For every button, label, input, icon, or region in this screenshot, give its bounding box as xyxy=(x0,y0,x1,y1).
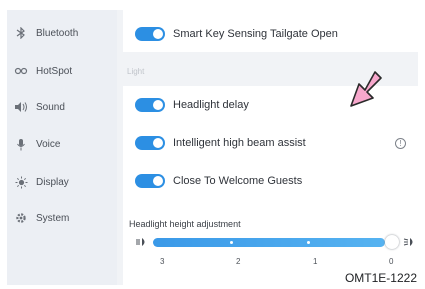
settings-content: Smart Key Sensing Tailgate Open Light He… xyxy=(117,10,418,285)
hotspot-icon xyxy=(14,64,28,78)
tailgate-card: Smart Key Sensing Tailgate Open xyxy=(123,10,418,52)
sidebar-item-hotspot[interactable]: HotSpot xyxy=(7,56,117,86)
tailgate-toggle[interactable] xyxy=(135,27,165,41)
welcome-guests-toggle[interactable] xyxy=(135,174,165,188)
gear-icon xyxy=(14,211,28,225)
sidebar: Bluetooth HotSpot Sound Voice Display Sy… xyxy=(7,10,117,285)
headlight-delay-toggle[interactable] xyxy=(135,98,165,112)
setting-row-welcome-guests: Close To Welcome Guests xyxy=(135,171,302,191)
setting-row-tailgate: Smart Key Sensing Tailgate Open xyxy=(135,24,338,44)
info-icon[interactable]: ! xyxy=(395,138,406,149)
slider-step-dot xyxy=(230,241,233,244)
slider-tick-label: 0 xyxy=(389,257,394,266)
setting-label: Headlight delay xyxy=(173,99,249,111)
slider-tick-label: 1 xyxy=(313,257,318,266)
setting-label: Intelligent high beam assist xyxy=(173,137,306,149)
figure-code: OMT1E-1222 xyxy=(340,269,421,286)
sidebar-item-system[interactable]: System xyxy=(7,203,117,233)
headlight-high-icon xyxy=(403,238,413,246)
headlight-height-slider[interactable] xyxy=(153,238,385,247)
sidebar-item-display[interactable]: Display xyxy=(7,167,117,197)
slider-label: Headlight height adjustment xyxy=(129,219,241,229)
bluetooth-icon xyxy=(14,26,28,40)
high-beam-toggle[interactable] xyxy=(135,136,165,150)
settings-screen: Bluetooth HotSpot Sound Voice Display Sy… xyxy=(7,10,418,285)
sidebar-item-voice[interactable]: Voice xyxy=(7,129,117,159)
slider-thumb[interactable] xyxy=(385,235,399,249)
sidebar-item-sound[interactable]: Sound xyxy=(7,92,117,122)
sidebar-item-label: Bluetooth xyxy=(36,27,79,39)
slider-tick-label: 2 xyxy=(236,257,241,266)
sidebar-item-label: Display xyxy=(36,176,69,188)
setting-row-headlight-delay: Headlight delay xyxy=(135,95,249,115)
slider-step-dot xyxy=(307,241,310,244)
section-label: Light xyxy=(127,67,145,76)
annotation-arrow-icon xyxy=(350,71,382,107)
microphone-icon xyxy=(14,137,28,151)
sidebar-item-bluetooth[interactable]: Bluetooth xyxy=(7,18,117,48)
sidebar-item-label: HotSpot xyxy=(36,65,73,77)
sidebar-item-label: System xyxy=(36,212,70,224)
setting-row-high-beam: Intelligent high beam assist xyxy=(135,133,306,153)
brightness-icon xyxy=(14,175,28,189)
sidebar-item-label: Sound xyxy=(36,101,65,113)
slider-tick-label: 3 xyxy=(160,257,165,266)
headlight-low-icon xyxy=(136,238,145,246)
sound-icon xyxy=(14,100,28,114)
setting-label: Smart Key Sensing Tailgate Open xyxy=(173,28,338,40)
sidebar-item-label: Voice xyxy=(36,138,61,150)
setting-label: Close To Welcome Guests xyxy=(173,175,303,187)
